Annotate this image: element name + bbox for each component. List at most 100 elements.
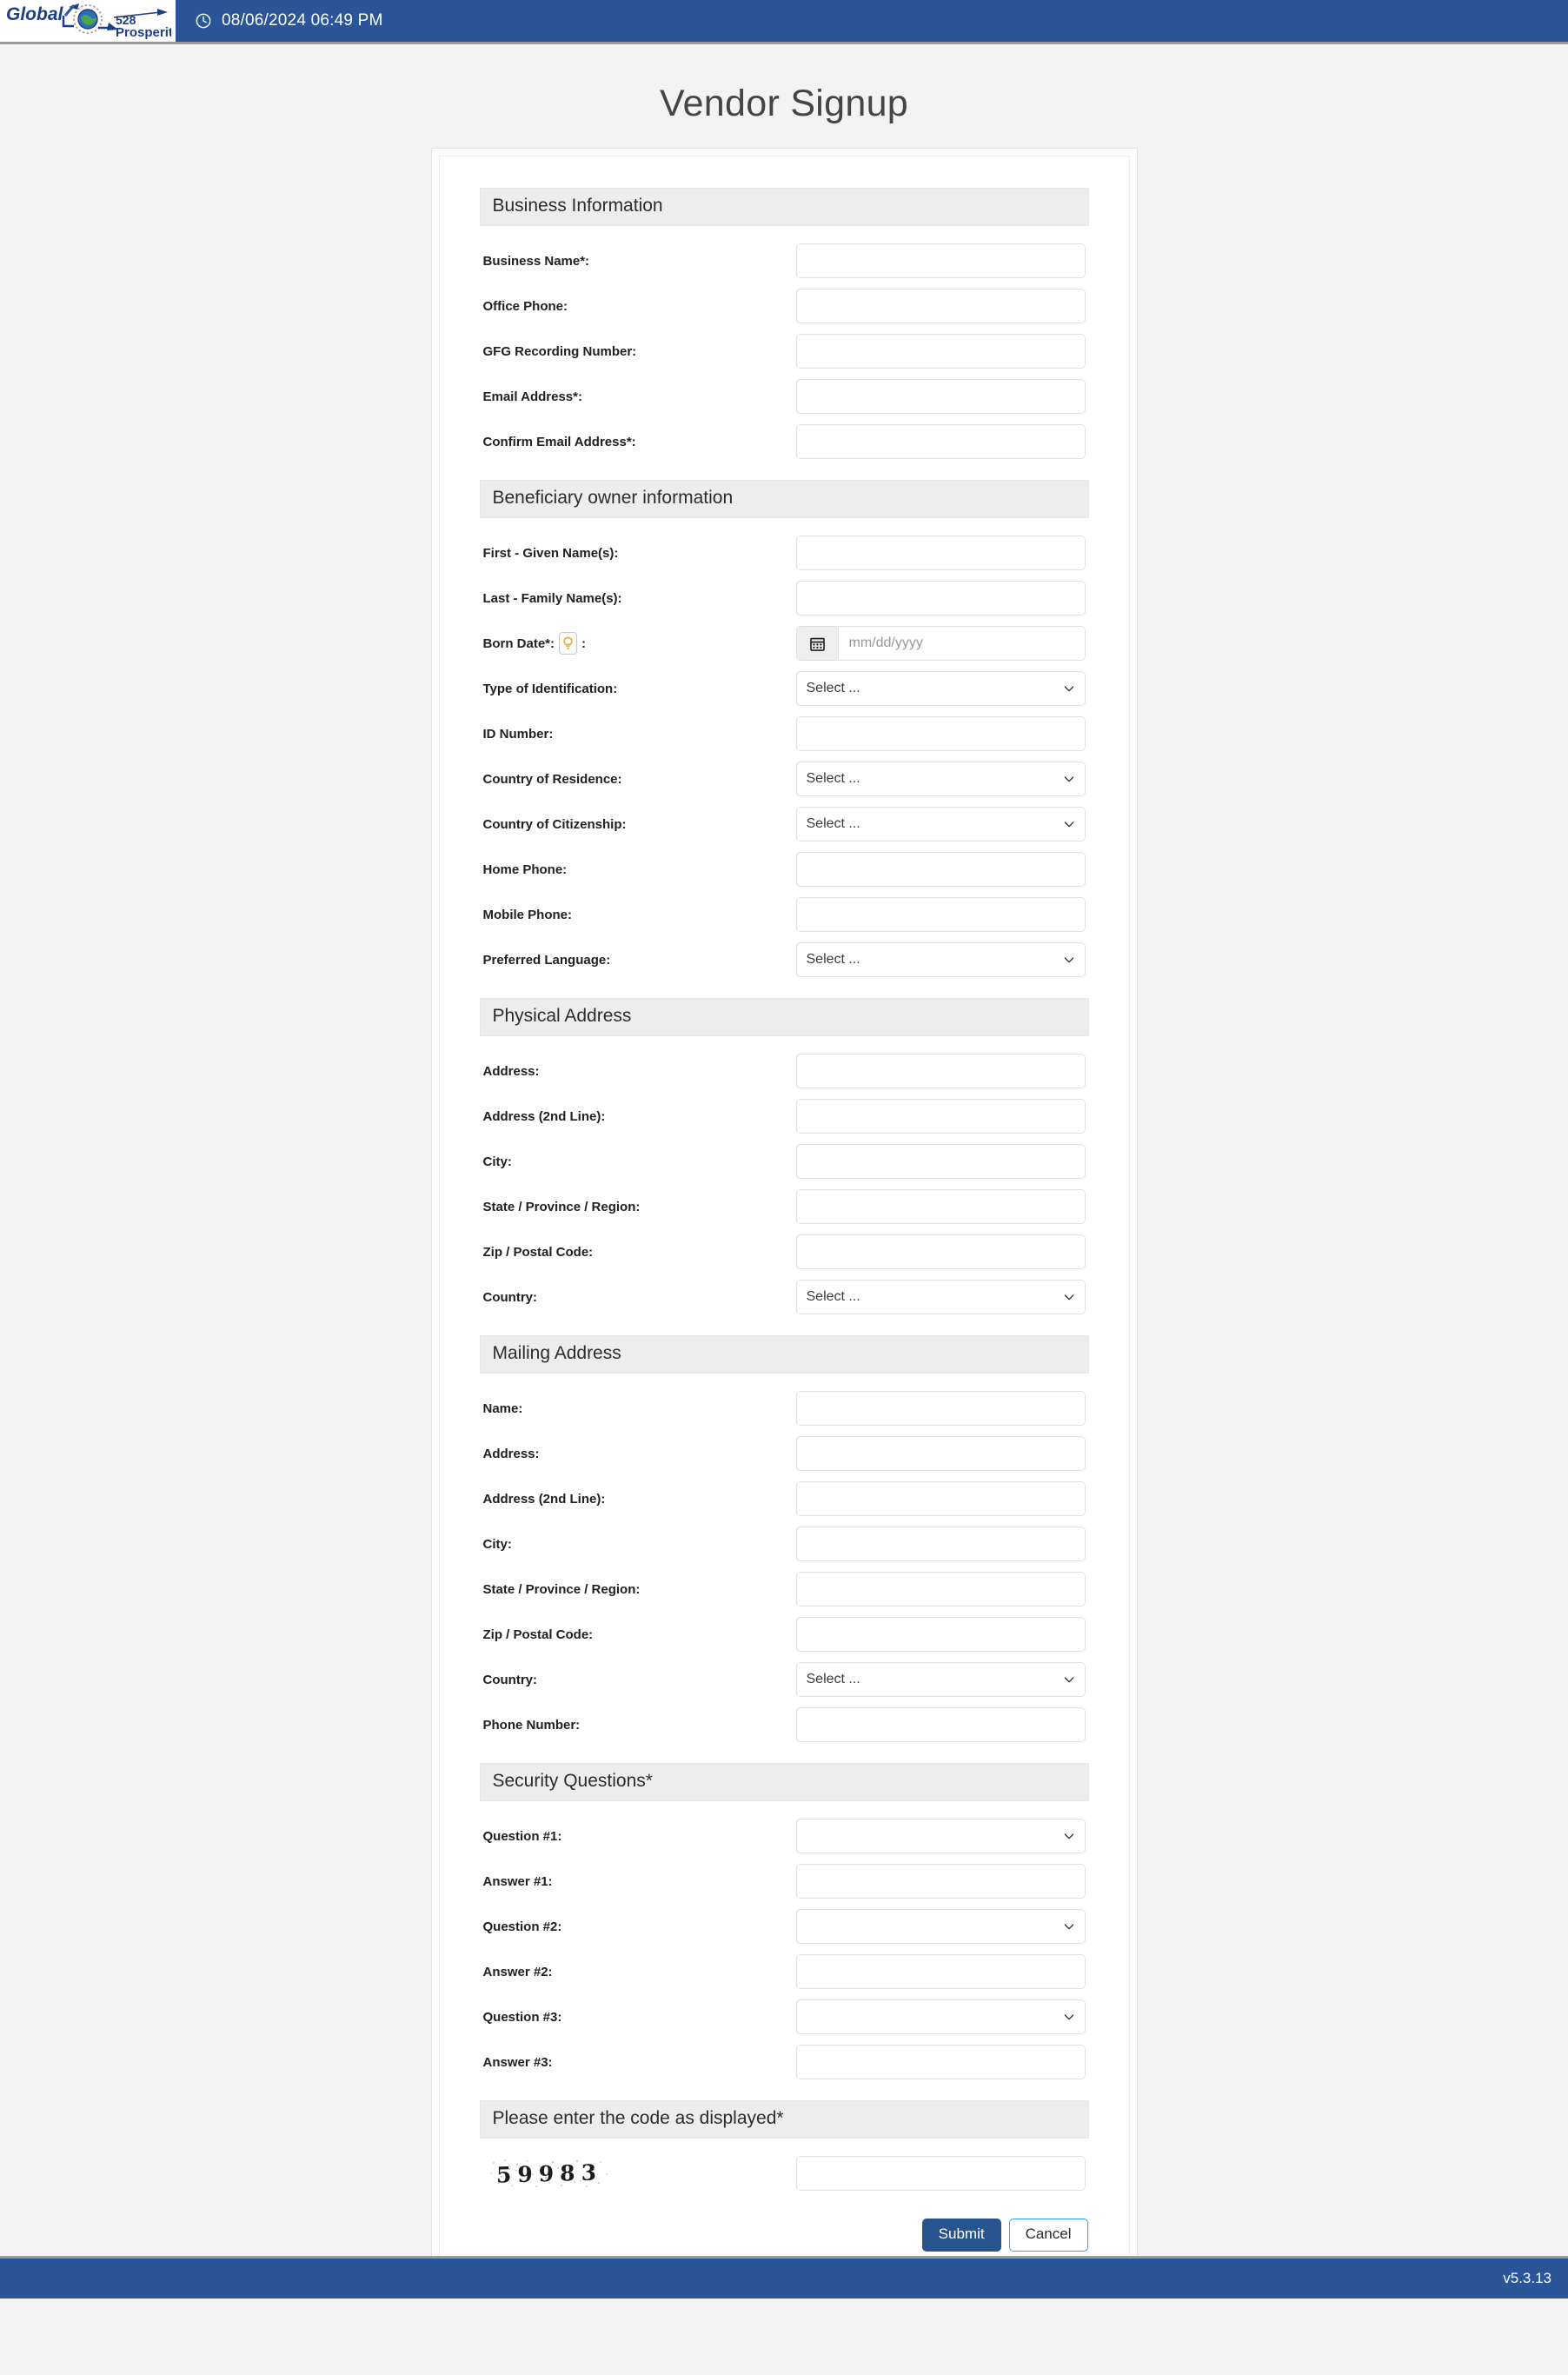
text-input[interactable] [796, 424, 1086, 459]
field-control [796, 334, 1089, 369]
field-label-text: GFG Recording Number: [483, 344, 637, 359]
text-input[interactable] [796, 2045, 1086, 2079]
date-input[interactable] [839, 627, 1085, 660]
field-label-text: City: [483, 1154, 512, 1169]
field-label: Email Address*: [480, 389, 796, 404]
select-wrapper[interactable]: Select ... [796, 1662, 1086, 1697]
field-label: Home Phone: [480, 862, 796, 877]
text-input[interactable] [796, 1707, 1086, 1742]
submit-button[interactable]: Submit [922, 2219, 1001, 2252]
select-value[interactable]: Select ... [796, 1280, 1086, 1314]
select-wrapper[interactable]: Select ... [796, 762, 1086, 796]
select-wrapper[interactable] [796, 1999, 1086, 2034]
text-input[interactable] [796, 1436, 1086, 1471]
field-control [796, 1999, 1089, 2034]
field-label-text: Country: [483, 1290, 538, 1305]
text-input[interactable] [796, 1099, 1086, 1134]
select-wrapper[interactable] [796, 1909, 1086, 1944]
form-row: ID Number: [480, 711, 1089, 756]
text-input[interactable] [796, 897, 1086, 932]
select-value[interactable]: Select ... [796, 942, 1086, 977]
app-logo[interactable]: Global 528 Prosperity [0, 0, 176, 42]
select-value[interactable]: Select ... [796, 671, 1086, 706]
text-input[interactable] [796, 289, 1086, 323]
captcha-image: 59983 [487, 2157, 612, 2190]
field-control [796, 1481, 1089, 1516]
field-label-text: Mobile Phone: [483, 908, 573, 922]
text-input[interactable] [796, 1864, 1086, 1899]
select-wrapper[interactable] [796, 1819, 1086, 1853]
field-control [796, 243, 1089, 278]
form-row: State / Province / Region: [480, 1184, 1089, 1229]
text-input[interactable] [796, 1054, 1086, 1088]
select-value[interactable]: Select ... [796, 807, 1086, 842]
form-row: Question #2: [480, 1904, 1089, 1949]
text-input[interactable] [796, 581, 1086, 615]
text-input[interactable] [796, 1391, 1086, 1426]
field-label: ID Number: [480, 727, 796, 742]
select-value[interactable] [796, 1909, 1086, 1944]
text-input[interactable] [796, 1234, 1086, 1269]
text-input[interactable] [796, 334, 1086, 369]
text-input[interactable] [796, 1189, 1086, 1224]
form-row: GFG Recording Number: [480, 329, 1089, 374]
form-row: First - Given Name(s): [480, 530, 1089, 575]
lightbulb-icon[interactable] [559, 632, 577, 655]
form-row: Type of Identification:Select ... [480, 666, 1089, 711]
select-wrapper[interactable]: Select ... [796, 671, 1086, 706]
select-value[interactable] [796, 1999, 1086, 2034]
text-input[interactable] [796, 1527, 1086, 1561]
text-input[interactable] [796, 1481, 1086, 1516]
signup-panel: Business InformationBusiness Name*:Offic… [431, 148, 1138, 2298]
select-value[interactable]: Select ... [796, 1662, 1086, 1697]
form-row: Answer #2: [480, 1949, 1089, 1994]
form-row: Mobile Phone: [480, 892, 1089, 937]
date-picker-group[interactable] [796, 626, 1086, 661]
field-label-text: Question #1: [483, 1829, 562, 1844]
select-value[interactable] [796, 1819, 1086, 1853]
field-label: Address (2nd Line): [480, 1109, 796, 1124]
field-control: Select ... [796, 1280, 1089, 1314]
text-input[interactable] [796, 1572, 1086, 1607]
form-row: State / Province / Region: [480, 1567, 1089, 1612]
form-row: Last - Family Name(s): [480, 575, 1089, 621]
section-header-physical-address: Physical Address [480, 998, 1089, 1036]
calendar-button[interactable] [797, 627, 839, 660]
field-label: Type of Identification: [480, 682, 796, 696]
select-value[interactable]: Select ... [796, 762, 1086, 796]
field-control [796, 1189, 1089, 1224]
field-label-text: Answer #3: [483, 2055, 553, 2070]
text-input[interactable] [796, 536, 1086, 570]
select-wrapper[interactable]: Select ... [796, 807, 1086, 842]
cancel-button[interactable]: Cancel [1009, 2219, 1088, 2252]
field-label-text: Confirm Email Address*: [483, 435, 636, 449]
field-label-text: Answer #2: [483, 1965, 553, 1979]
field-label: Address (2nd Line): [480, 1492, 796, 1507]
text-input[interactable] [796, 1617, 1086, 1652]
calendar-icon [809, 635, 826, 652]
captcha-row: 59983 [480, 2151, 1089, 2196]
field-control [796, 1527, 1089, 1561]
text-input[interactable] [796, 852, 1086, 887]
field-label: Address: [480, 1447, 796, 1461]
section-header-security-questions: Security Questions* [480, 1763, 1089, 1801]
field-control [796, 1099, 1089, 1134]
form-row: Question #3: [480, 1994, 1089, 2039]
field-label: Question #1: [480, 1829, 796, 1844]
form-row: Zip / Postal Code: [480, 1612, 1089, 1657]
captcha-input[interactable] [796, 2156, 1086, 2191]
text-input[interactable] [796, 243, 1086, 278]
select-wrapper[interactable]: Select ... [796, 1280, 1086, 1314]
form-row: Home Phone: [480, 847, 1089, 892]
field-label-text: Phone Number: [483, 1718, 581, 1733]
text-input[interactable] [796, 379, 1086, 414]
field-control [796, 626, 1089, 661]
select-wrapper[interactable]: Select ... [796, 942, 1086, 977]
text-input[interactable] [796, 1954, 1086, 1989]
form-row: Country of Residence:Select ... [480, 756, 1089, 802]
form-row: Office Phone: [480, 283, 1089, 329]
text-input[interactable] [796, 716, 1086, 751]
field-control [796, 1234, 1089, 1269]
text-input[interactable] [796, 1144, 1086, 1179]
form-actions: Submit Cancel [480, 2219, 1089, 2252]
